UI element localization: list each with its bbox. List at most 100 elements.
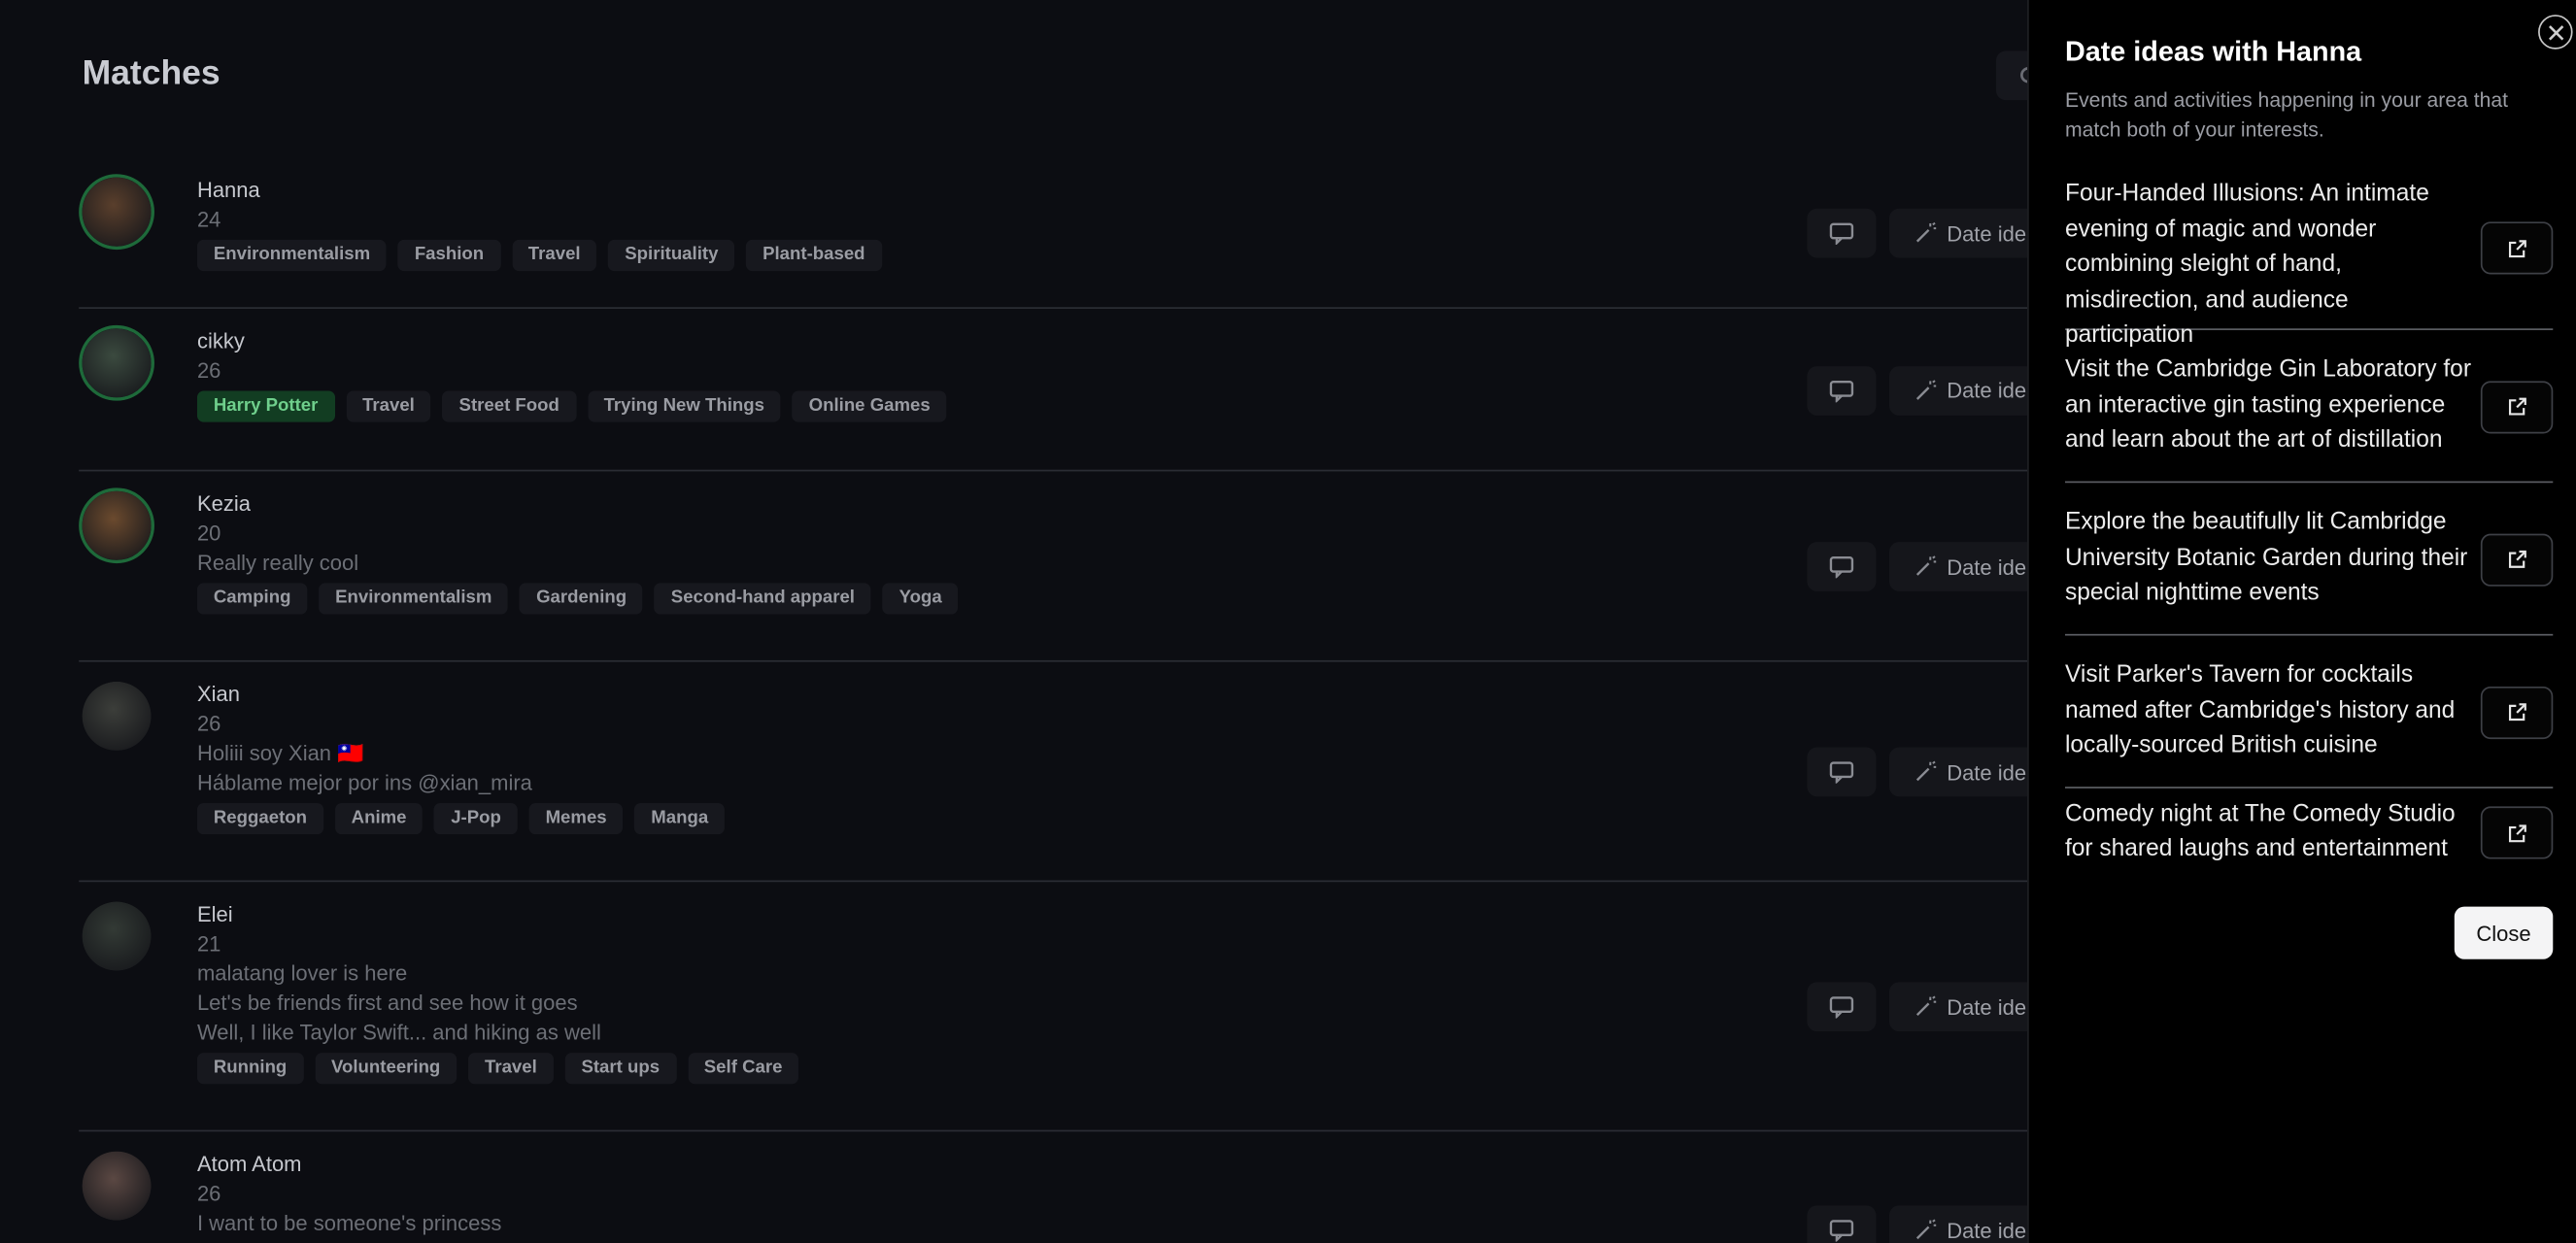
interest-tag: Anime <box>334 803 424 835</box>
match-actions: Date ideas <box>1807 365 2054 416</box>
match-actions: Date ideas <box>1807 1205 2054 1243</box>
match-bio-line: Holiii soy Xian 🇹🇼 <box>196 740 364 766</box>
match-bio-line: Well, I like Taylor Swift... and hiking … <box>196 1020 601 1045</box>
interest-tag: Start ups <box>564 1053 677 1085</box>
message-button[interactable] <box>1807 1205 1877 1243</box>
match-name[interactable]: Kezia <box>197 489 959 519</box>
match-name[interactable]: cikky <box>197 327 947 356</box>
interest-tag: Harry Potter <box>196 390 335 422</box>
page-title: Matches <box>82 53 220 92</box>
match-name[interactable]: Atom Atom <box>197 1150 501 1179</box>
match-actions: Date ideas <box>1807 747 2054 797</box>
message-button[interactable] <box>1807 208 1877 258</box>
match-name[interactable]: Hanna <box>197 176 882 205</box>
interest-tag: Second-hand apparel <box>654 583 871 615</box>
external-link-icon <box>2508 550 2526 568</box>
match-info: cikky 26 Harry Potter Travel Street Food Tryi… <box>196 327 947 422</box>
message-button[interactable] <box>1807 982 1877 1032</box>
wand-icon <box>1915 555 1937 576</box>
avatar-photo <box>82 328 152 398</box>
chat-icon <box>1829 556 1854 579</box>
date-idea-item: Visit Parker's Tavern for cocktails name… <box>2064 636 2554 789</box>
avatar[interactable] <box>79 487 154 564</box>
external-link-icon <box>2508 239 2526 257</box>
avatar[interactable] <box>82 901 152 971</box>
match-bio-line: Let's be friends first and see how it go… <box>196 990 578 1016</box>
wand-icon <box>1915 995 1937 1017</box>
open-link-button[interactable] <box>2480 806 2554 859</box>
interest-tag: Environmentalism <box>196 239 388 272</box>
message-button[interactable] <box>1807 365 1877 416</box>
open-link-button[interactable] <box>2480 221 2554 275</box>
avatar[interactable] <box>79 174 154 251</box>
wand-icon <box>1915 760 1937 782</box>
date-ideas-drawer: Date ideas with Hanna Events and activit… <box>2027 0 2576 1243</box>
interest-tag: Plant-based <box>746 239 882 272</box>
interest-tag: Reggaeton <box>196 803 323 835</box>
match-age: 21 <box>196 930 221 957</box>
open-link-button[interactable] <box>2480 686 2554 739</box>
interest-tag: Street Food <box>442 390 576 422</box>
match-age: 26 <box>196 711 221 736</box>
match-actions: Date ideas <box>1807 542 2054 591</box>
interest-tags: Environmentalism Fashion Travel Spiritualit… <box>196 239 882 272</box>
open-link-button[interactable] <box>2480 532 2554 586</box>
match-info: Kezia 20 Really really cool Camping Environm… <box>196 489 959 615</box>
match-bio-line: Háblame mejor por ins @xian_mira <box>196 770 532 795</box>
close-drawer-button[interactable] <box>2538 15 2573 50</box>
drawer-subtitle: Events and activities happening in your … <box>2064 88 2508 142</box>
match-actions: Date ideas <box>1807 982 2054 1032</box>
drawer-title: Date ideas with Hanna <box>2064 36 2362 68</box>
interest-tag: Memes <box>528 803 624 835</box>
interest-tag: Yoga <box>882 583 959 615</box>
close-button[interactable]: Close <box>2454 906 2554 959</box>
interest-tags: Running Volunteering Travel Start ups Self C… <box>196 1053 799 1085</box>
interest-tags: Camping Environmentalism Gardening Second-h… <box>196 583 959 615</box>
match-bio-line: I want to be someone's princess <box>196 1210 502 1235</box>
match-bio-line: Really really cool <box>196 550 359 575</box>
interest-tag: Self Care <box>687 1053 799 1085</box>
match-name[interactable]: Elei <box>197 900 798 929</box>
date-idea-text: Explore the beautifully lit Cambridge Un… <box>2064 509 2468 607</box>
chat-icon <box>1829 222 1854 246</box>
interest-tags: Reggaeton Anime J-Pop Memes Manga <box>196 803 726 835</box>
avatar-photo <box>82 490 152 560</box>
interest-tag: Spirituality <box>608 239 735 272</box>
match-info: Atom Atom 26 I want to be someone's prince… <box>197 1150 501 1238</box>
interest-tag: Trying New Things <box>587 390 781 422</box>
avatar[interactable] <box>82 1151 152 1221</box>
date-idea-text: Visit Parker's Tavern for cocktails name… <box>2064 662 2456 759</box>
avatar[interactable] <box>79 324 154 401</box>
date-idea-text: Visit the Cambridge Gin Laboratory for a… <box>2064 356 2472 454</box>
match-info: Elei 21 malatang lover is here Let's be fri… <box>196 900 799 1085</box>
match-name[interactable]: Xian <box>197 680 725 709</box>
external-link-icon <box>2508 703 2526 722</box>
match-actions: Date ideas <box>1807 208 2054 258</box>
interest-tags: Harry Potter Travel Street Food Trying New … <box>196 390 947 422</box>
interest-tag: Fashion <box>397 239 501 272</box>
avatar-photo <box>82 681 152 751</box>
avatar[interactable] <box>82 681 152 751</box>
chat-icon <box>1829 380 1854 402</box>
date-idea-item: Explore the beautifully lit Cambridge Un… <box>2064 483 2554 636</box>
date-idea-text: Four-Handed Illusions: An intimate eveni… <box>2064 181 2429 349</box>
open-link-button[interactable] <box>2480 380 2554 433</box>
message-button[interactable] <box>1807 747 1877 797</box>
date-idea-item: Comedy night at The Comedy Studio for sh… <box>2064 789 2554 903</box>
avatar-photo <box>82 1151 152 1221</box>
match-bio-line: malatang lover is here <box>196 960 408 986</box>
external-link-icon <box>2508 397 2526 416</box>
external-link-icon <box>2508 823 2526 842</box>
date-idea-text: Comedy night at The Comedy Studio for sh… <box>2064 800 2456 862</box>
interest-tag: Environmentalism <box>319 583 509 615</box>
wand-icon <box>1915 221 1937 243</box>
match-age: 26 <box>196 1181 221 1206</box>
match-age: 24 <box>196 207 221 232</box>
interest-tag: J-Pop <box>434 803 518 835</box>
match-age: 20 <box>196 521 221 546</box>
match-info: Xian 26 Holiii soy Xian 🇹🇼 Háblame mejor po… <box>196 680 726 835</box>
interest-tag: Volunteering <box>315 1053 458 1085</box>
match-age: 26 <box>196 357 221 384</box>
date-idea-item: Visit the Cambridge Gin Laboratory for a… <box>2064 330 2554 484</box>
message-button[interactable] <box>1807 542 1877 591</box>
